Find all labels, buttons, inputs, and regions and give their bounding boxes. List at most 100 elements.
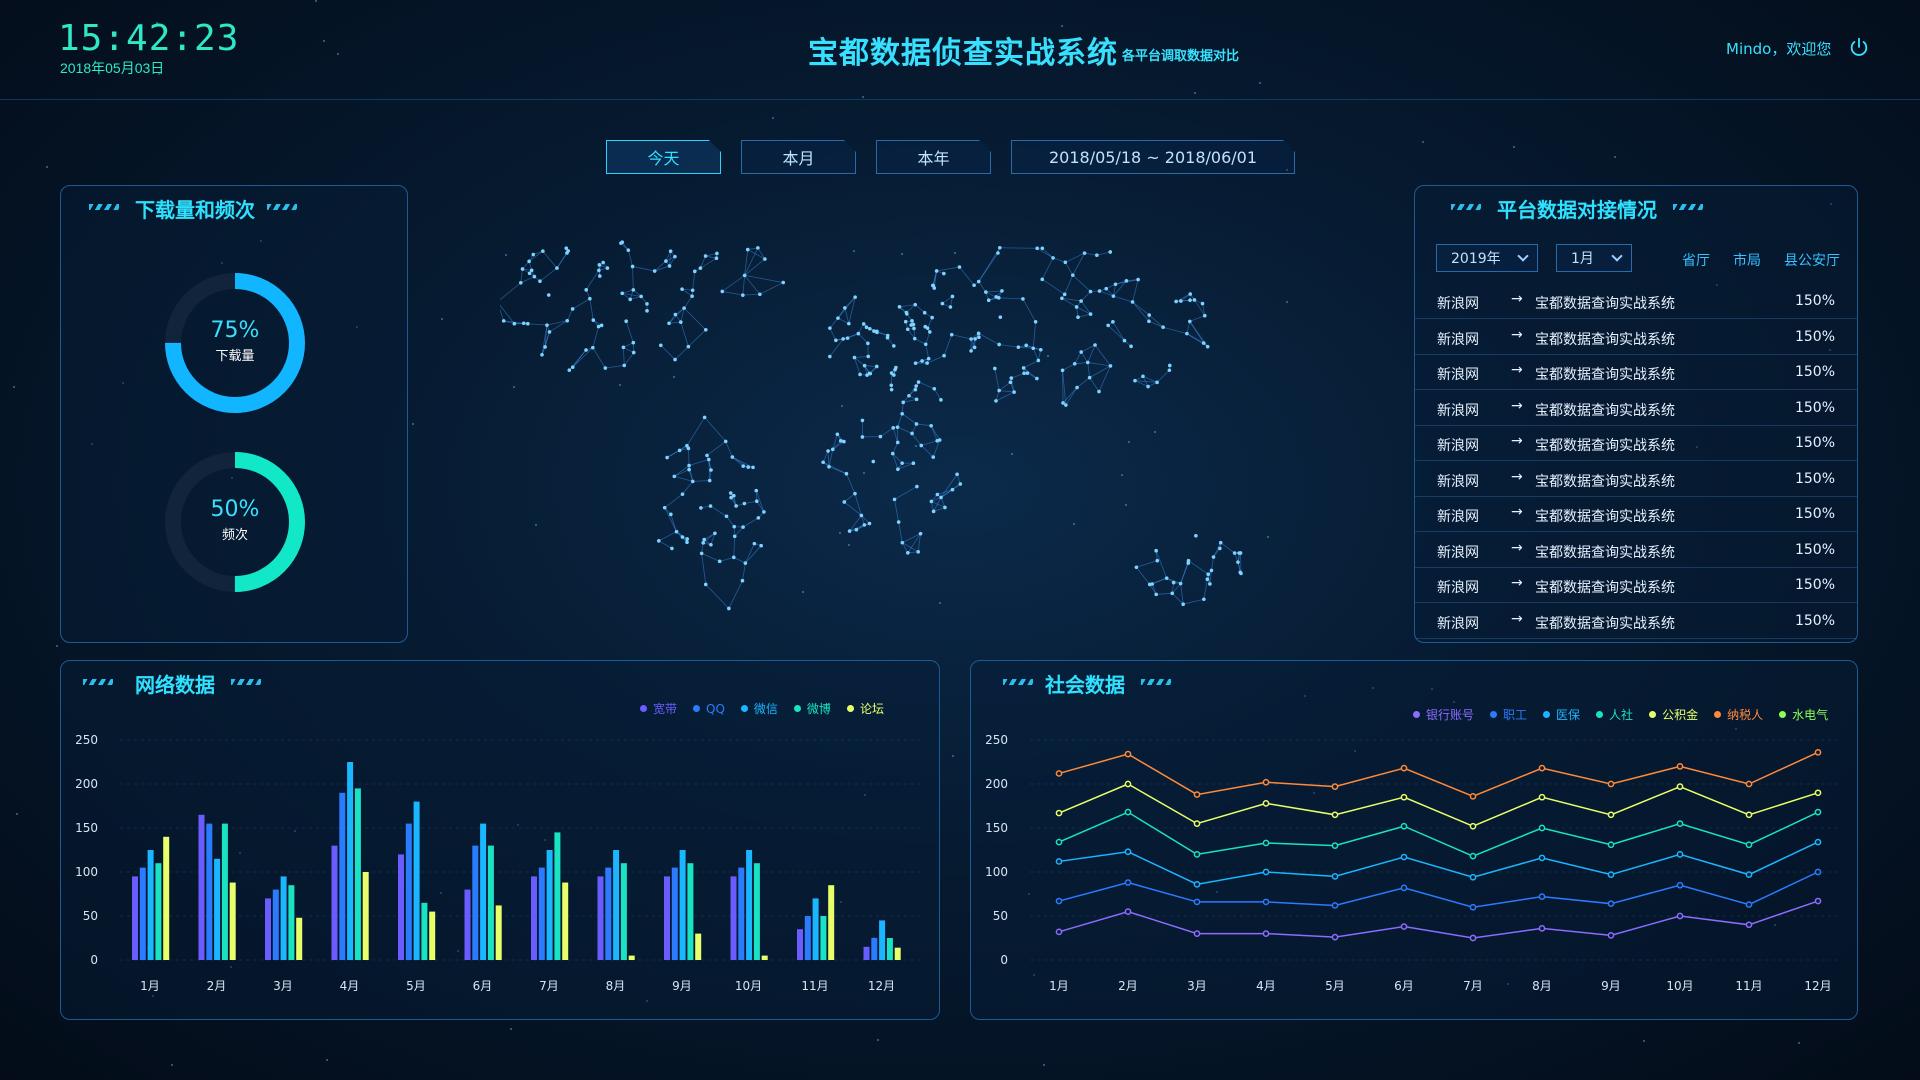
- filter-province[interactable]: 省厅: [1682, 250, 1710, 270]
- map-node: [1147, 319, 1151, 324]
- series-line: [1058, 871, 1819, 908]
- map-node: [984, 290, 988, 294]
- bar: [886, 938, 893, 960]
- map-node: [588, 296, 592, 301]
- map-node: [751, 465, 755, 470]
- map-node: [667, 264, 672, 268]
- bar: [879, 920, 886, 960]
- map-node: [972, 283, 976, 288]
- map-node: [1236, 560, 1240, 564]
- x-tick-label: 1月: [1049, 979, 1069, 993]
- download-ring-label: 75% 下载量: [165, 318, 305, 364]
- map-node: [740, 578, 745, 583]
- map-node: [674, 529, 679, 534]
- legend-item[interactable]: 微信: [740, 700, 778, 717]
- map-node: [567, 368, 572, 372]
- data-point: [1400, 822, 1408, 830]
- map-node: [969, 337, 973, 341]
- map-node: [910, 319, 914, 323]
- map-node: [715, 251, 719, 256]
- map-node: [1147, 313, 1152, 317]
- map-node: [781, 280, 786, 285]
- map-node: [717, 559, 722, 564]
- arrow-right-icon: →: [1511, 539, 1523, 556]
- map-node: [1021, 297, 1025, 301]
- map-node: [997, 342, 1001, 347]
- data-point: [1124, 848, 1132, 856]
- filter-city[interactable]: 市局: [1733, 250, 1761, 270]
- data-point: [1055, 838, 1063, 846]
- map-node: [1108, 364, 1113, 368]
- bar: [413, 801, 420, 960]
- map-node: [1211, 555, 1216, 559]
- map-node: [1178, 581, 1183, 586]
- data-point: [1055, 770, 1063, 777]
- legend-item[interactable]: 宽带: [640, 700, 677, 717]
- map-node: [1194, 533, 1198, 538]
- x-tick-label: 12月: [868, 979, 895, 993]
- map-node: [1202, 597, 1206, 602]
- map-node: [1209, 568, 1214, 573]
- tab-month[interactable]: 本月: [741, 140, 856, 174]
- map-node: [925, 326, 930, 330]
- bar: [761, 955, 768, 960]
- row-source: 新浪网: [1437, 473, 1479, 490]
- map-node: [997, 245, 1002, 250]
- map-node: [584, 348, 588, 352]
- map-node: [1155, 380, 1159, 385]
- map-node: [916, 380, 921, 384]
- map-node: [912, 336, 917, 341]
- map-node: [1024, 343, 1028, 348]
- data-point: [1055, 809, 1063, 817]
- month-select[interactable]: 1月: [1556, 244, 1632, 272]
- map-node: [895, 440, 900, 445]
- row-destination: 宝都数据查询实战系统: [1535, 438, 1675, 454]
- map-node: [687, 463, 691, 468]
- map-node: [538, 279, 542, 284]
- x-tick-label: 2月: [1118, 979, 1138, 993]
- map-node: [998, 315, 1003, 319]
- x-tick-label: 5月: [1325, 979, 1345, 993]
- map-node: [759, 543, 763, 548]
- map-node: [687, 467, 691, 472]
- title-stripe-icon: [89, 204, 119, 210]
- map-node: [922, 310, 927, 315]
- data-point: [1607, 811, 1615, 819]
- tab-year[interactable]: 本年: [876, 140, 991, 174]
- legend-dot-icon: [1649, 711, 1657, 718]
- map-node: [847, 321, 851, 326]
- series-line: [1058, 900, 1819, 939]
- legend-label: 微信: [753, 702, 778, 716]
- data-point: [1124, 808, 1132, 816]
- arrow-right-icon: →: [1511, 504, 1523, 520]
- map-node: [828, 326, 832, 330]
- legend-item[interactable]: 论坛: [846, 700, 884, 717]
- row-source: 新浪网: [1437, 402, 1479, 419]
- map-node: [741, 293, 745, 297]
- legend-item[interactable]: QQ: [693, 700, 725, 717]
- series-line: [1058, 783, 1819, 828]
- map-node: [942, 271, 946, 276]
- row-percent: 150%: [1794, 399, 1835, 416]
- date-range-picker[interactable]: 2018/05/18 ~ 2018/06/01: [1011, 140, 1295, 174]
- arrow-right-icon: →: [1511, 468, 1523, 485]
- tab-today[interactable]: 今天: [606, 140, 721, 174]
- star: [1422, 141, 1424, 143]
- bar: [288, 885, 295, 960]
- power-icon[interactable]: [1848, 36, 1870, 58]
- data-point: [1193, 930, 1201, 937]
- arrow-right-icon: →: [1511, 397, 1523, 414]
- data-point: [1814, 808, 1822, 816]
- filter-county[interactable]: 县公安厅: [1784, 250, 1840, 270]
- platform-row: 新浪网 → 宝都数据查询实战系统 150%: [1415, 497, 1857, 532]
- data-point: [1814, 897, 1822, 905]
- map-node: [570, 307, 575, 311]
- map-node: [520, 267, 525, 271]
- year-select[interactable]: 2019年: [1436, 244, 1538, 272]
- legend-item[interactable]: 微博: [793, 700, 831, 717]
- bar: [820, 916, 827, 960]
- map-node: [1088, 312, 1093, 316]
- map-node: [669, 512, 673, 517]
- map-node: [1000, 289, 1004, 293]
- map-node: [1021, 366, 1026, 370]
